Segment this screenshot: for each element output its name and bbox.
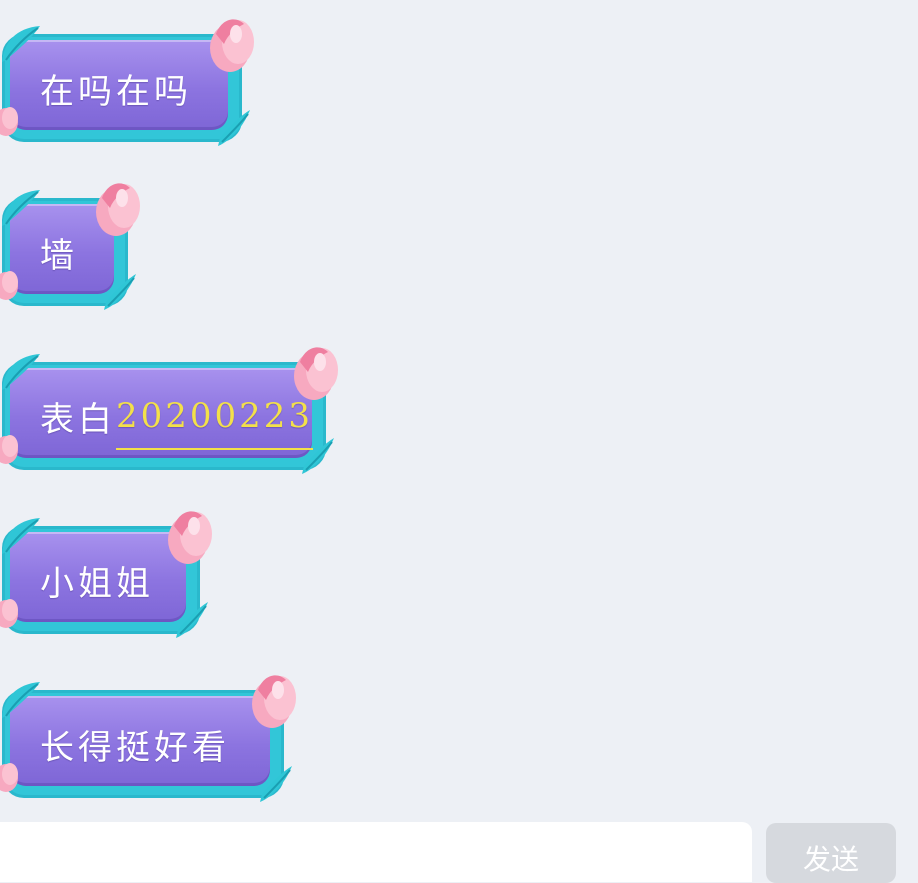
tulip-icon (0, 271, 18, 300)
leaf-icon (2, 190, 40, 226)
tulip-icon (96, 183, 140, 236)
message-text: 在吗在吗 (40, 34, 192, 142)
message-text: 小姐姐 (40, 526, 154, 634)
chat-bubble[interactable]: 长得挺好看 (0, 668, 296, 802)
send-button[interactable]: 发送 (766, 823, 896, 883)
message-text: 长得挺好看 (40, 690, 230, 798)
tulip-icon (168, 511, 212, 564)
leaf-icon (2, 682, 40, 718)
leaf-icon (218, 110, 250, 146)
tulip-icon (0, 107, 18, 136)
message-text-content: 在吗在吗 (40, 71, 192, 112)
tulip-icon (210, 19, 254, 72)
tulip-icon (0, 435, 18, 464)
chat-bubble[interactable]: 在吗在吗 (0, 12, 254, 146)
message-text-content: 墙 (40, 235, 78, 276)
chat-bubble[interactable]: 小姐姐 (0, 504, 212, 638)
chat-bubble[interactable]: 墙 (0, 176, 140, 310)
message-text: 墙 (40, 198, 78, 306)
leaf-icon (176, 602, 208, 638)
leaf-icon (2, 354, 40, 390)
tulip-icon (0, 763, 18, 792)
chat-bubble[interactable]: 表白 20200223 (0, 340, 338, 474)
leaf-icon (104, 274, 136, 310)
leaf-icon (2, 26, 40, 62)
tulip-icon (294, 347, 338, 400)
leaf-icon (302, 438, 334, 474)
chat-message-list[interactable]: 在吗在吗 墙 表白 20200223 小姐姐 长得挺好看 (0, 0, 918, 820)
tulip-icon (252, 675, 296, 728)
message-text-content: 小姐姐 (40, 563, 154, 604)
leaf-icon (260, 766, 292, 802)
tulip-icon (0, 599, 18, 628)
leaf-icon (2, 518, 40, 554)
message-input[interactable] (0, 822, 752, 882)
message-text-content: 表白 (40, 399, 116, 440)
message-text-content: 长得挺好看 (40, 727, 230, 768)
date-link[interactable]: 20200223 (116, 396, 314, 450)
message-text: 表白 20200223 (40, 362, 314, 470)
